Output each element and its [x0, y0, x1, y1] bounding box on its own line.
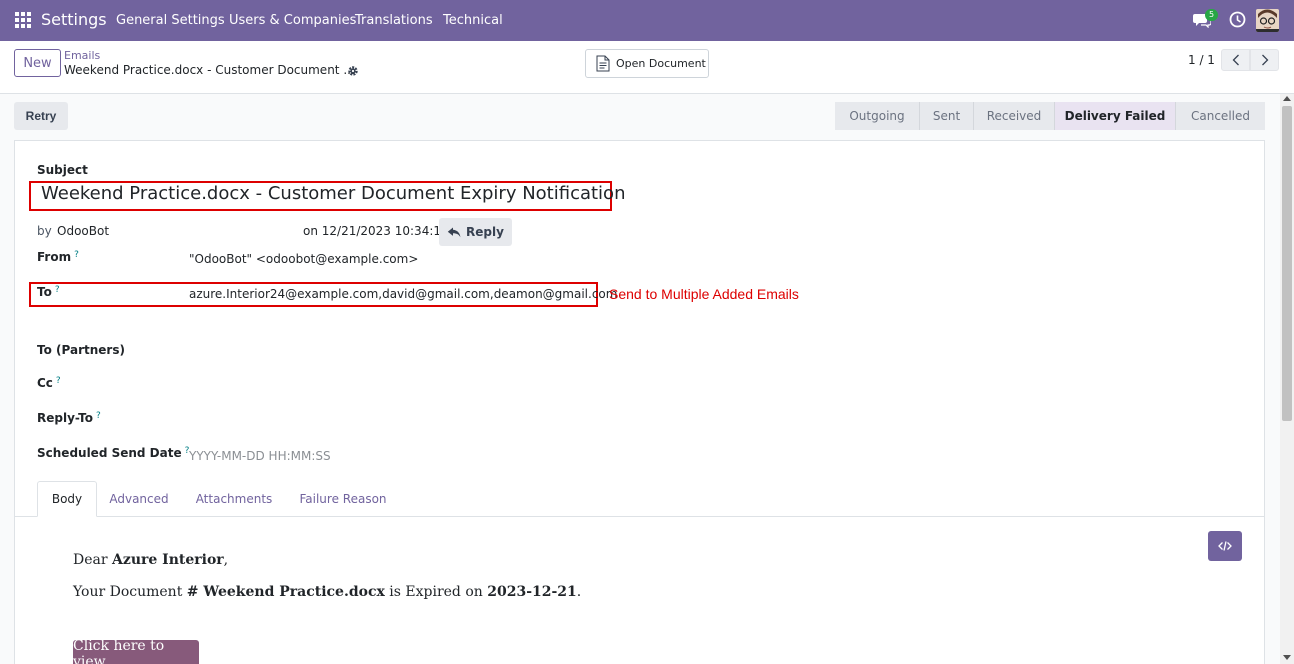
document-name: # Weekend Practice.docx: [186, 584, 385, 600]
reply-icon: [447, 227, 461, 237]
scroll-up-arrow-icon[interactable]: [1283, 96, 1291, 101]
from-value[interactable]: "OdooBot" <odoobot@example.com>: [189, 252, 418, 266]
pager-next-button[interactable]: [1250, 49, 1279, 71]
gear-icon[interactable]: [347, 65, 359, 77]
help-icon[interactable]: ?: [96, 411, 101, 421]
tab-advanced[interactable]: Advanced: [99, 481, 179, 517]
chevron-left-icon: [1232, 54, 1239, 66]
chat-counter-badge: 5: [1205, 9, 1219, 21]
author-name[interactable]: OdooBot: [57, 224, 109, 238]
subject-value[interactable]: Weekend Practice.docx - Customer Documen…: [41, 183, 625, 204]
line-prefix: Your Document: [73, 584, 187, 600]
subject-label: Subject: [37, 163, 88, 177]
chevron-right-icon: [1261, 54, 1268, 66]
reply-to-label-text: Reply-To: [37, 411, 93, 425]
tab-attachments[interactable]: Attachments: [187, 481, 281, 517]
top-navbar: Settings General Settings Users & Compan…: [0, 0, 1294, 41]
app-name[interactable]: Settings: [41, 10, 107, 29]
control-panel: New Emails Weekend Practice.docx - Custo…: [0, 41, 1294, 94]
stage-outgoing[interactable]: Outgoing: [835, 102, 920, 130]
help-icon[interactable]: ?: [56, 376, 61, 386]
pager-previous-button[interactable]: [1221, 49, 1250, 71]
help-icon[interactable]: ?: [74, 250, 79, 260]
menu-translations[interactable]: Translations: [355, 13, 433, 28]
cc-label: Cc?: [37, 376, 61, 390]
reply-button[interactable]: Reply: [439, 218, 512, 246]
menu-users-companies[interactable]: Users & Companies: [229, 13, 356, 28]
reply-to-label: Reply-To?: [37, 411, 101, 425]
user-avatar[interactable]: [1256, 9, 1279, 32]
menu-general-settings[interactable]: General Settings: [116, 13, 225, 28]
new-button[interactable]: New: [14, 49, 61, 77]
scheduled-send-date-input[interactable]: YYYY-MM-DD HH:MM:SS: [189, 449, 331, 463]
scrollbar[interactable]: [1280, 94, 1294, 664]
to-partners-label: To (Partners): [37, 343, 125, 357]
to-label-text: To: [37, 285, 52, 299]
line-middle: is Expired on: [384, 584, 488, 600]
to-label: To?: [37, 285, 60, 299]
greeting-prefix: Dear: [73, 552, 112, 568]
by-label: by: [37, 224, 52, 238]
status-bar: Outgoing Sent Received Delivery Failed C…: [835, 102, 1265, 130]
scheduled-label-text: Scheduled Send Date: [37, 446, 182, 460]
apps-grid-icon[interactable]: [15, 12, 31, 28]
scrollbar-thumb[interactable]: [1282, 106, 1292, 421]
cc-label-text: Cc: [37, 376, 53, 390]
scheduled-send-date-label: Scheduled Send Date?: [37, 446, 189, 460]
notebook-tabs: Body Advanced Attachments Failure Reason: [15, 481, 1264, 517]
tab-failure-reason[interactable]: Failure Reason: [291, 481, 395, 517]
code-view-button[interactable]: [1208, 531, 1242, 561]
retry-button[interactable]: Retry: [14, 102, 68, 130]
body-expiry-line: Your Document # Weekend Practice.docx is…: [73, 584, 581, 600]
expiry-date: 2023-12-21: [487, 584, 577, 600]
open-document-label: Open Document: [616, 57, 706, 70]
open-document-button[interactable]: Open Document: [585, 49, 709, 78]
click-here-to-view-button[interactable]: Click here to view: [73, 638, 199, 664]
document-icon: [596, 55, 610, 72]
stage-sent[interactable]: Sent: [920, 102, 974, 130]
menu-technical[interactable]: Technical: [443, 13, 503, 28]
scroll-down-arrow-icon[interactable]: [1283, 655, 1291, 660]
sent-date: on 12/21/2023 10:34:19: [303, 224, 449, 238]
clock-icon[interactable]: [1229, 11, 1246, 28]
code-icon: [1218, 541, 1232, 551]
pager-value[interactable]: 1 / 1: [1188, 53, 1215, 67]
annotation-text: Send to Multiple Added Emails: [609, 286, 799, 302]
body-greeting: Dear Azure Interior,: [73, 552, 228, 568]
from-label: From?: [37, 250, 79, 264]
stage-cancelled[interactable]: Cancelled: [1176, 102, 1265, 130]
reply-label: Reply: [466, 225, 504, 239]
from-label-text: From: [37, 250, 72, 264]
line-suffix: .: [576, 584, 582, 600]
stage-received[interactable]: Received: [974, 102, 1055, 130]
breadcrumb-emails[interactable]: Emails: [64, 49, 100, 62]
help-icon[interactable]: ?: [55, 285, 60, 295]
stage-delivery-failed[interactable]: Delivery Failed: [1055, 102, 1176, 130]
tab-body[interactable]: Body: [37, 481, 97, 517]
greeting-suffix: ,: [223, 552, 229, 568]
customer-name: Azure Interior: [112, 552, 224, 568]
breadcrumb-current-record: Weekend Practice.docx - Customer Documen…: [64, 63, 355, 77]
to-value[interactable]: azure.Interior24@example.com,david@gmail…: [189, 287, 617, 301]
